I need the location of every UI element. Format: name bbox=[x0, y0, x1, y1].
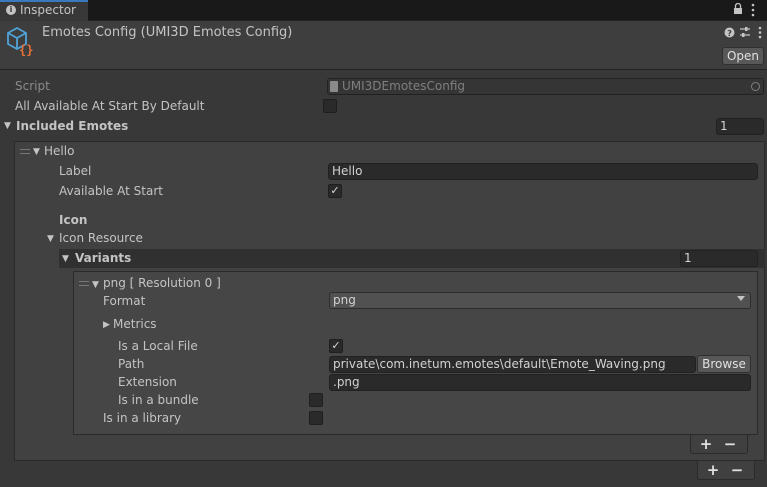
is-local-file-checkbox[interactable]: ✓ bbox=[329, 339, 343, 353]
foldout-expanded-icon[interactable]: ▼ bbox=[4, 121, 11, 131]
script-field: UMI3DEmotesConfig bbox=[327, 78, 764, 95]
is-in-library-checkbox[interactable] bbox=[309, 411, 323, 425]
tab-label: Inspector bbox=[20, 3, 76, 17]
add-variant-button[interactable]: + bbox=[699, 435, 713, 453]
remove-emote-button[interactable]: − bbox=[730, 461, 744, 479]
extension-input[interactable]: .png bbox=[329, 374, 751, 391]
open-button[interactable]: Open bbox=[722, 47, 764, 65]
path-input[interactable]: private\com.inetum.emotes\default\Emote_… bbox=[329, 356, 696, 373]
hello-element-title[interactable]: Hello bbox=[44, 144, 74, 158]
svg-text:{}: {} bbox=[19, 43, 33, 57]
variants-header bbox=[59, 249, 765, 268]
more-menu-icon[interactable] bbox=[751, 3, 755, 20]
available-at-start-label: Available At Start bbox=[59, 184, 163, 198]
is-in-bundle-checkbox[interactable] bbox=[309, 393, 323, 407]
available-at-start-checkbox[interactable]: ✓ bbox=[328, 184, 342, 198]
icon-header: Icon bbox=[59, 213, 88, 227]
included-emotes-label[interactable]: Included Emotes bbox=[16, 119, 128, 133]
inspector-tab[interactable]: i Inspector bbox=[0, 0, 88, 21]
remove-variant-button[interactable]: − bbox=[723, 435, 737, 453]
included-emotes-size-field[interactable]: 1 bbox=[716, 118, 764, 135]
all-available-label: All Available At Start By Default bbox=[15, 99, 205, 113]
png-variant-title[interactable]: png [ Resolution 0 ] bbox=[103, 276, 221, 290]
icon-resource-label[interactable]: Icon Resource bbox=[59, 231, 143, 245]
label-field-label: Label bbox=[59, 164, 92, 178]
foldout-expanded-icon[interactable]: ▼ bbox=[92, 280, 99, 290]
script-value: UMI3DEmotesConfig bbox=[342, 79, 466, 93]
variants-list-footer: + − bbox=[690, 435, 748, 454]
extension-label: Extension bbox=[118, 375, 177, 389]
variants-size-field[interactable]: 1 bbox=[680, 250, 758, 267]
foldout-expanded-icon[interactable]: ▼ bbox=[33, 147, 40, 157]
variants-label[interactable]: Variants bbox=[75, 251, 131, 265]
all-available-checkbox[interactable] bbox=[323, 99, 337, 113]
is-in-library-label: Is in a library bbox=[103, 411, 182, 425]
foldout-expanded-icon[interactable]: ▼ bbox=[47, 234, 54, 244]
info-icon: i bbox=[6, 5, 16, 15]
add-emote-button[interactable]: + bbox=[706, 461, 720, 479]
label-input[interactable]: Hello bbox=[328, 163, 758, 180]
more-menu-icon[interactable] bbox=[758, 26, 762, 42]
script-label: Script bbox=[15, 79, 50, 93]
drag-handle-icon[interactable] bbox=[20, 149, 30, 154]
format-dropdown[interactable]: png bbox=[329, 292, 751, 309]
help-icon[interactable]: ? bbox=[724, 27, 735, 41]
page-title: Emotes Config (UMI3D Emotes Config) bbox=[42, 25, 293, 40]
format-label: Format bbox=[103, 294, 146, 308]
tab-bar: i Inspector bbox=[0, 0, 767, 21]
svg-text:?: ? bbox=[727, 29, 732, 38]
browse-button[interactable]: Browse bbox=[697, 355, 751, 373]
path-label: Path bbox=[118, 357, 145, 371]
inspector-header: {} Emotes Config (UMI3D Emotes Config) ?… bbox=[0, 21, 767, 70]
is-local-file-label: Is a Local File bbox=[118, 339, 198, 353]
script-file-icon bbox=[330, 81, 338, 92]
metrics-label[interactable]: Metrics bbox=[113, 317, 157, 331]
foldout-collapsed-icon[interactable]: ▶ bbox=[103, 320, 110, 330]
is-in-bundle-label: Is in a bundle bbox=[118, 393, 199, 407]
scriptable-object-icon: {} bbox=[4, 25, 36, 60]
foldout-expanded-icon[interactable]: ▼ bbox=[62, 254, 69, 264]
format-value: png bbox=[333, 293, 356, 307]
preset-settings-icon[interactable] bbox=[739, 26, 751, 41]
object-picker-icon bbox=[751, 82, 760, 91]
drag-handle-icon[interactable] bbox=[79, 281, 89, 286]
chevron-down-icon bbox=[737, 296, 745, 301]
emotes-list-footer: + − bbox=[697, 461, 755, 480]
lock-icon[interactable] bbox=[733, 2, 743, 18]
